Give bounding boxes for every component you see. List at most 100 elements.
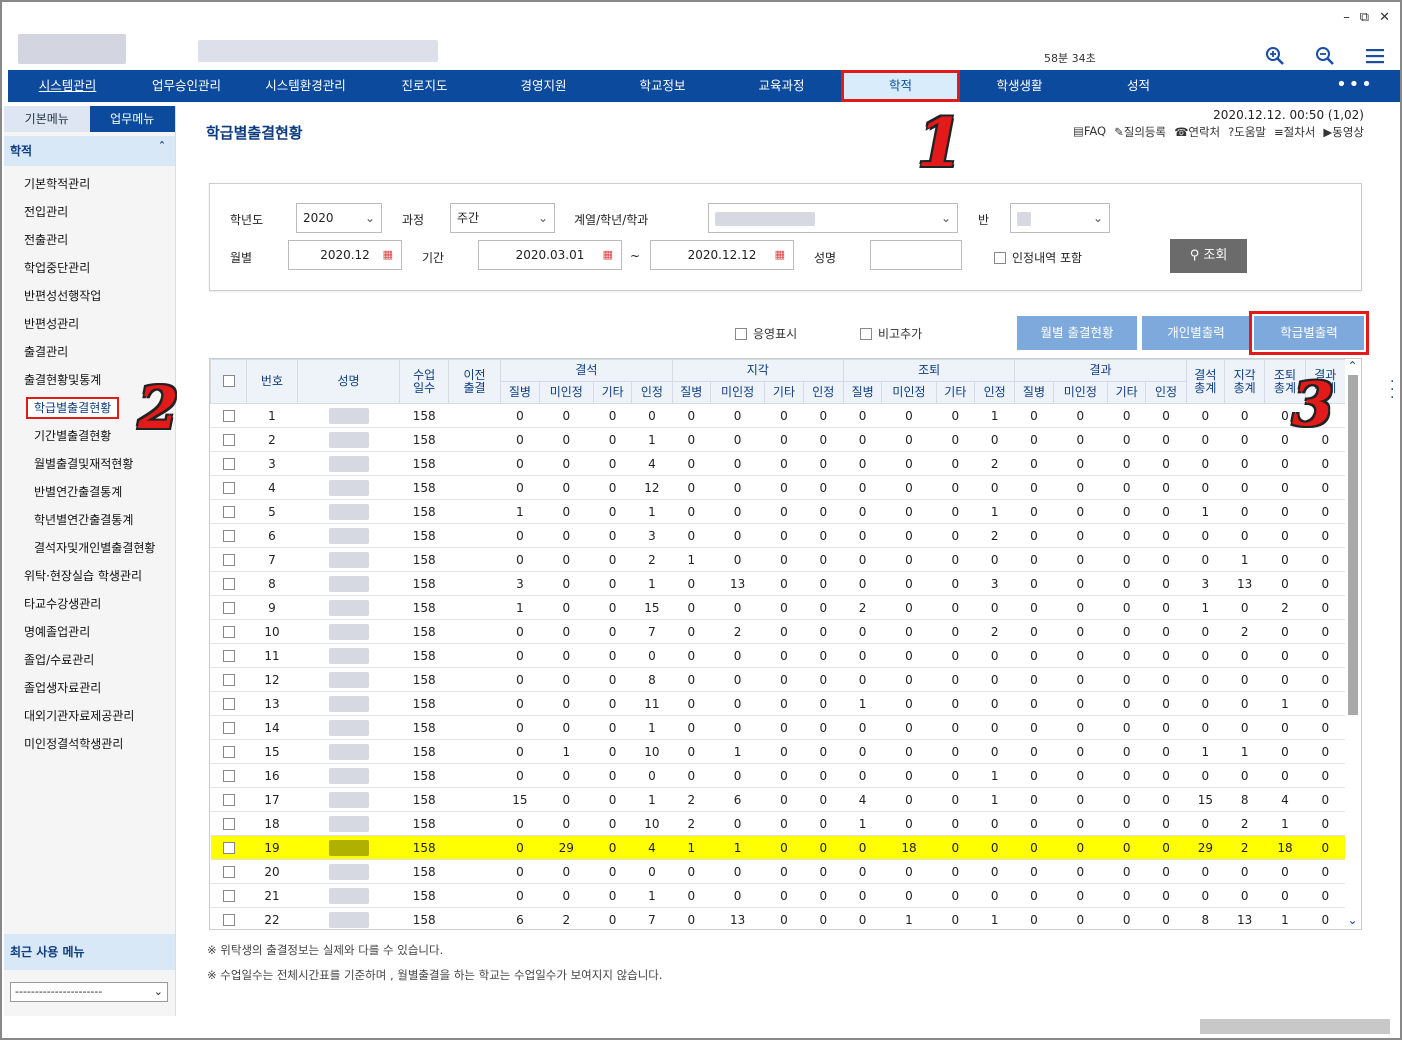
row-checkbox[interactable] (222, 409, 235, 422)
row-checkbox-cell[interactable] (210, 907, 247, 929)
row-checkbox[interactable] (222, 841, 235, 854)
sidebar-item-18[interactable]: 졸업생자료관리 (4, 674, 175, 702)
name-input[interactable] (870, 240, 962, 270)
row-checkbox-cell[interactable] (210, 427, 247, 452)
remark-option[interactable]: 비고추가 (860, 325, 922, 342)
row-checkbox[interactable] (222, 865, 235, 878)
table-row[interactable]: 9 158 1 0 0 15 0 0 0 0 2 0 0 0 0 0 0 0 1 0 2 0 (210, 595, 1346, 620)
nav-item-2[interactable]: 시스템환경관리 (246, 70, 365, 102)
link-2[interactable]: ☎연락처 (1174, 124, 1220, 140)
sidebar-section-title[interactable]: 학적 ˆ (4, 136, 175, 166)
side-handle-icon[interactable]: · · · (1390, 375, 1394, 405)
sidebar-item-4[interactable]: 반편성선행작업 (4, 282, 175, 310)
year-select[interactable]: 2020 ⌄ (296, 203, 382, 233)
nav-item-7[interactable]: 학적 (841, 70, 960, 102)
month-input[interactable]: 2020.12 ▦ (288, 240, 402, 270)
table-row[interactable]: 2 158 0 0 0 1 0 0 0 0 0 0 0 0 0 0 0 0 0 0 0 0 (210, 427, 1346, 452)
table-row[interactable]: 21 158 0 0 0 1 0 0 0 0 0 0 0 0 0 0 0 0 0 0 0 0 (210, 883, 1346, 908)
table-row[interactable]: 22 158 6 2 0 7 0 13 0 0 0 1 0 1 0 0 0 0 8 13 1 0 (210, 907, 1346, 929)
row-checkbox-cell[interactable] (210, 811, 247, 836)
row-checkbox-cell[interactable] (210, 883, 247, 908)
row-checkbox-cell[interactable] (210, 595, 247, 620)
sidebar-item-14[interactable]: 위탁·현장실습 학생관리 (4, 562, 175, 590)
nav-item-3[interactable]: 진로지도 (365, 70, 484, 102)
period-to-input[interactable]: 2020.12.12 ▦ (650, 240, 794, 270)
vertical-scrollbar[interactable]: ⌃ ⌄ (1345, 359, 1360, 929)
row-checkbox[interactable] (222, 793, 235, 806)
table-row[interactable]: 10 158 0 0 0 7 0 2 0 0 0 0 0 2 0 0 0 0 0 2 0 0 (210, 619, 1346, 644)
period-from-input[interactable]: 2020.03.01 ▦ (478, 240, 622, 270)
sidebar-item-15[interactable]: 타교수강생관리 (4, 590, 175, 618)
sidebar-item-1[interactable]: 전입관리 (4, 198, 175, 226)
row-checkbox[interactable] (222, 721, 235, 734)
table-row[interactable]: 20 158 0 0 0 0 0 0 0 0 0 0 0 0 0 0 0 0 0 0 0 0 (210, 859, 1346, 884)
nav-item-1[interactable]: 업무승인관리 (127, 70, 246, 102)
sidebar-item-11[interactable]: 반별연간출결통계 (4, 478, 175, 506)
search-button[interactable]: ⚲ 조회 (1170, 239, 1247, 273)
nav-item-4[interactable]: 경영지원 (484, 70, 603, 102)
row-checkbox[interactable] (222, 529, 235, 542)
calendar-icon[interactable]: ▦ (603, 241, 613, 269)
hamburger-menu-icon[interactable] (1364, 46, 1386, 68)
row-checkbox-cell[interactable] (210, 667, 247, 692)
link-4[interactable]: ≡절차서 (1274, 124, 1315, 140)
row-checkbox[interactable] (222, 745, 235, 758)
include-checkbox-row[interactable]: 인정내역 포함 (994, 249, 1082, 266)
table-row[interactable]: 19 158 0 29 0 4 1 1 0 0 0 18 0 0 0 0 0 0 29 2 18 0 (210, 835, 1346, 860)
table-row[interactable]: 11 158 0 0 0 0 0 0 0 0 0 0 0 0 0 0 0 0 0 0 0 0 (210, 643, 1346, 668)
english-checkbox[interactable] (735, 328, 747, 340)
table-row[interactable]: 14 158 0 0 0 1 0 0 0 0 0 0 0 0 0 0 0 0 0 0 0 0 (210, 715, 1346, 740)
table-row[interactable]: 13 158 0 0 0 11 0 0 0 0 1 0 0 0 0 0 0 0 0 0 1 0 (210, 691, 1346, 716)
dept-select[interactable]: ⌄ (708, 203, 958, 233)
table-row[interactable]: 18 158 0 0 0 10 2 0 0 0 1 0 0 0 0 0 0 0 0 2 1 0 (210, 811, 1346, 836)
row-checkbox-cell[interactable] (210, 523, 247, 548)
row-checkbox[interactable] (222, 505, 235, 518)
nav-item-5[interactable]: 학교정보 (603, 70, 722, 102)
more-menu-icon[interactable]: ••• (1310, 70, 1400, 102)
sidebar-item-0[interactable]: 기본학적관리 (4, 170, 175, 198)
recent-menu-select[interactable]: ---------------------- ⌄ (10, 982, 168, 1002)
personal-print-button[interactable]: 개인별출력 (1142, 316, 1250, 350)
table-row[interactable]: 15 158 0 1 0 10 0 1 0 0 0 0 0 0 0 0 0 0 1 1 0 0 (210, 739, 1346, 764)
nav-item-6[interactable]: 교육과정 (722, 70, 841, 102)
row-checkbox[interactable] (222, 481, 235, 494)
row-checkbox-cell[interactable] (210, 499, 247, 524)
sidebar-item-6[interactable]: 출결관리 (4, 338, 175, 366)
nav-item-0[interactable]: 시스템관리 (8, 70, 127, 102)
chevron-up-icon[interactable]: ⌃ (1345, 359, 1360, 373)
link-0[interactable]: ▤FAQ (1073, 124, 1106, 140)
select-all-header[interactable] (210, 359, 248, 404)
row-checkbox-cell[interactable] (210, 835, 247, 860)
row-checkbox[interactable] (222, 769, 235, 782)
nav-item-9[interactable]: 성적 (1079, 70, 1198, 102)
table-row[interactable]: 6 158 0 0 0 3 0 0 0 0 0 0 0 2 0 0 0 0 0 0 0 0 (210, 523, 1346, 548)
sidebar-item-16[interactable]: 명예졸업관리 (4, 618, 175, 646)
table-row[interactable]: 12 158 0 0 0 8 0 0 0 0 0 0 0 0 0 0 0 0 0 0 0 0 (210, 667, 1346, 692)
table-row[interactable]: 17 158 15 0 0 1 2 6 0 0 4 0 0 1 0 0 0 0 15 8 4 0 (210, 787, 1346, 812)
table-row[interactable]: 16 158 0 0 0 0 0 0 0 0 0 0 0 1 0 0 0 0 0 0 0 0 (210, 763, 1346, 788)
row-checkbox[interactable] (222, 697, 235, 710)
row-checkbox[interactable] (222, 601, 235, 614)
table-row[interactable]: 8 158 3 0 0 1 0 13 0 0 0 0 0 3 0 0 0 0 3 13 0 0 (210, 571, 1346, 596)
row-checkbox-cell[interactable] (210, 451, 247, 476)
minimize-button[interactable]: – (1343, 10, 1350, 25)
remark-checkbox[interactable] (860, 328, 872, 340)
course-select[interactable]: 주간 ⌄ (450, 203, 555, 233)
row-checkbox-cell[interactable] (210, 691, 247, 716)
row-checkbox-cell[interactable] (210, 787, 247, 812)
monthly-status-button[interactable]: 월별 출결현황 (1017, 316, 1137, 350)
sidebar-item-20[interactable]: 미인정결석학생관리 (4, 730, 175, 758)
tab-basic-menu[interactable]: 기본메뉴 (4, 106, 90, 132)
select-all-checkbox[interactable] (222, 375, 235, 387)
row-checkbox-cell[interactable] (210, 715, 247, 740)
row-checkbox-cell[interactable] (210, 571, 247, 596)
link-5[interactable]: ▶동영상 (1323, 124, 1364, 140)
row-checkbox[interactable] (222, 649, 235, 662)
table-row[interactable]: 7 158 0 0 0 2 1 0 0 0 0 0 0 0 0 0 0 0 0 1 0 0 (210, 547, 1346, 572)
zoom-out-icon[interactable] (1314, 46, 1336, 68)
nav-item-8[interactable]: 학생생활 (960, 70, 1079, 102)
row-checkbox-cell[interactable] (210, 763, 247, 788)
restore-button[interactable]: ⧉ (1360, 10, 1369, 25)
table-row[interactable]: 4 158 0 0 0 12 0 0 0 0 0 0 0 0 0 0 0 0 0 0 0 0 (210, 475, 1346, 500)
row-checkbox-cell[interactable] (210, 619, 247, 644)
